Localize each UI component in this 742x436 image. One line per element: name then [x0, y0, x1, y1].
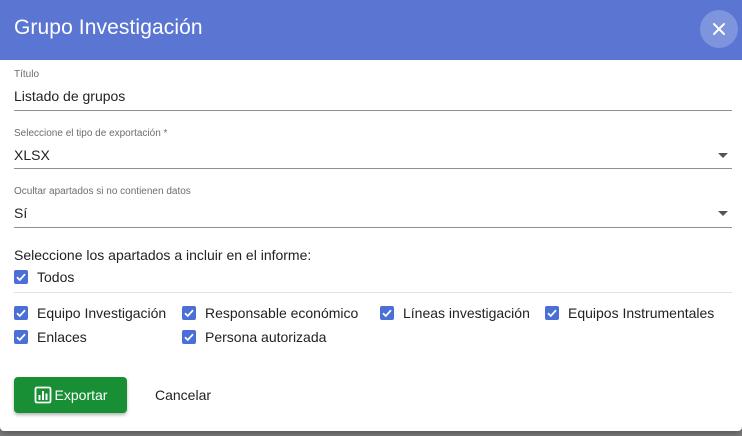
checkbox-checked-icon[interactable]	[545, 306, 559, 320]
title-field-value[interactable]: Listado de grupos	[14, 88, 125, 104]
dropdown-arrow-icon[interactable]	[718, 211, 728, 216]
hide-empty-value: Sí	[14, 205, 28, 221]
cancel-button[interactable]: Cancelar	[143, 377, 223, 413]
title-field[interactable]: Título Listado de grupos	[14, 69, 732, 111]
checkbox-responsable-economico[interactable]: Responsable económico	[182, 303, 358, 323]
hide-empty-select[interactable]: Ocultar apartados si no contienen datos …	[14, 186, 732, 228]
checkbox-persona-autorizada[interactable]: Persona autorizada	[182, 327, 326, 347]
export-dialog: Grupo Investigación Título Listado de gr…	[0, 0, 742, 431]
checkbox-lineas-investigacion[interactable]: Líneas investigación	[380, 303, 530, 323]
checkbox-enlaces[interactable]: Enlaces	[14, 327, 87, 347]
checkbox-checked-icon[interactable]	[14, 306, 28, 320]
checkbox-checked-icon[interactable]	[182, 330, 196, 344]
dialog-title: Grupo Investigación	[14, 16, 203, 39]
export-type-value: XLSX	[14, 147, 50, 163]
checkbox-label: Equipo Investigación	[37, 305, 167, 321]
checkbox-label: Equipos Instrumentales	[568, 305, 715, 321]
dropdown-arrow-icon[interactable]	[718, 153, 728, 158]
checkbox-label: Responsable económico	[205, 305, 359, 321]
hide-empty-label: Ocultar apartados si no contienen datos	[14, 186, 191, 197]
export-type-label: Seleccione el tipo de exportación *	[14, 128, 168, 139]
checkbox-checked-icon[interactable]	[182, 306, 196, 320]
checkbox-label: Enlaces	[37, 329, 87, 345]
cancel-button-label: Cancelar	[154, 387, 212, 403]
checkbox-checked-icon[interactable]	[380, 306, 394, 320]
bar-chart-icon	[34, 386, 52, 404]
checkbox-label: Líneas investigación	[403, 305, 530, 321]
checkbox-checked-icon[interactable]	[14, 270, 28, 284]
checkbox-equipos-instrumentales[interactable]: Equipos Instrumentales	[545, 303, 714, 323]
divider	[14, 292, 732, 293]
checkbox-equipo-investigacion[interactable]: Equipo Investigación	[14, 303, 166, 323]
checkbox-todos[interactable]: Todos	[14, 267, 74, 287]
checkbox-checked-icon[interactable]	[14, 330, 28, 344]
dialog-header: Grupo Investigación	[0, 0, 742, 60]
close-icon	[713, 23, 725, 35]
checkbox-label: Todos	[37, 269, 75, 285]
export-button[interactable]: Exportar	[14, 377, 127, 413]
checkbox-label: Persona autorizada	[205, 329, 327, 345]
export-type-select[interactable]: Seleccione el tipo de exportación * XLSX	[14, 128, 732, 169]
close-button[interactable]	[700, 10, 738, 48]
sections-label: Seleccione los apartados a incluir en el…	[14, 247, 312, 263]
title-field-label: Título	[14, 69, 40, 80]
export-button-label: Exportar	[54, 387, 108, 403]
